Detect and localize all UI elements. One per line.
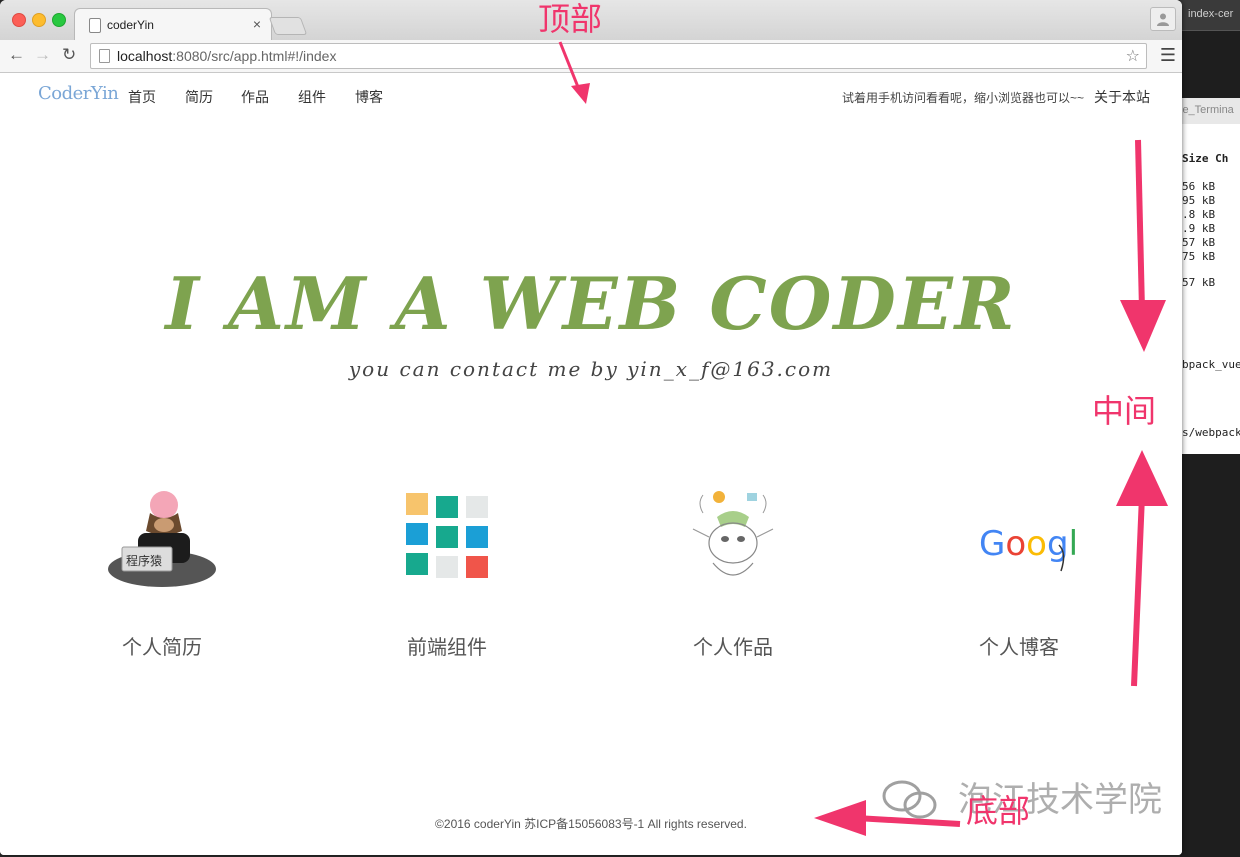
wechat-watermark-icon xyxy=(882,780,937,819)
annotation-bottom-label: 底部 xyxy=(966,792,1031,830)
annotation-arrows xyxy=(558,41,1168,836)
annotation-top-label: 顶部 xyxy=(538,0,603,38)
annotation-middle-label: 中间 xyxy=(1092,392,1157,430)
